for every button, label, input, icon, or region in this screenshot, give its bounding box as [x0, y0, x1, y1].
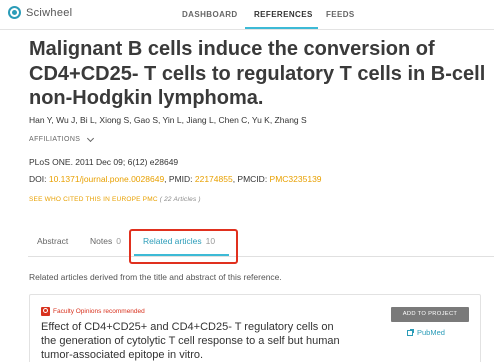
faculty-opinions-badge: Faculty Opinions recommended: [41, 307, 145, 316]
cited-by-count: ( 22 Articles ): [159, 196, 201, 203]
external-link-icon: [407, 328, 414, 336]
chevron-down-icon: [87, 134, 95, 142]
add-to-project-button[interactable]: ADD TO PROJECT: [391, 307, 469, 322]
affiliations-toggle[interactable]: AFFILIATIONS: [29, 134, 95, 143]
article-identifiers: DOI: 10.1371/journal.pone.0028649, PMID:…: [29, 174, 322, 184]
article-title: Malignant B cells induce the conversion …: [29, 38, 486, 109]
nav-feeds[interactable]: FEEDS: [326, 10, 355, 19]
faculty-opinions-icon: [41, 307, 50, 316]
pubmed-link[interactable]: PubMed: [407, 328, 445, 337]
doi-link[interactable]: 10.1371/journal.pone.0028649: [49, 174, 164, 184]
related-article-card: Faculty Opinions recommended Effect of C…: [29, 294, 481, 362]
pmid-label: , PMID:: [164, 174, 195, 184]
tab-abstract[interactable]: Abstract: [37, 236, 68, 246]
related-article-title[interactable]: Effect of CD4+CD25+ and CD4+CD25- T regu…: [41, 320, 351, 362]
journal-citation: PLoS ONE. 2011 Dec 09; 6(12) e28649: [29, 157, 179, 167]
pmcid-label: , PMCID:: [232, 174, 270, 184]
top-navigation-bar: Sciwheel DASHBOARD REFERENCES FEEDS: [0, 0, 494, 30]
app-name: Sciwheel: [26, 6, 73, 19]
tab-label: Notes: [90, 236, 113, 246]
pmid-link[interactable]: 22174855: [195, 174, 233, 184]
pubmed-label: PubMed: [417, 328, 445, 337]
tab-notes[interactable]: Notes 0: [90, 236, 121, 246]
pmcid-link[interactable]: PMC3235139: [270, 174, 322, 184]
highlight-annotation-box: [129, 229, 238, 264]
tab-label: Abstract: [37, 236, 69, 246]
cited-by-label: SEE WHO CITED THIS IN EUROPE PMC: [29, 196, 158, 203]
nav-active-indicator: [245, 27, 318, 29]
badge-label: Faculty Opinions recommended: [53, 308, 145, 315]
app-logo[interactable]: Sciwheel: [8, 6, 72, 19]
reference-detail-panel: Malignant B cells induce the conversion …: [0, 30, 494, 362]
tab-count: 0: [116, 236, 121, 246]
tabs-divider: [28, 256, 494, 257]
affiliations-label: AFFILIATIONS: [29, 136, 81, 143]
doi-label: DOI:: [29, 174, 49, 184]
cited-by-link[interactable]: SEE WHO CITED THIS IN EUROPE PMC ( 22 Ar…: [29, 196, 201, 203]
article-authors: Han Y, Wu J, Bi L, Xiong S, Gao S, Yin L…: [29, 115, 307, 125]
sciwheel-logo-icon: [8, 6, 21, 19]
nav-dashboard[interactable]: DASHBOARD: [182, 10, 238, 19]
nav-references[interactable]: REFERENCES: [254, 10, 313, 19]
related-articles-description: Related articles derived from the title …: [29, 272, 282, 282]
